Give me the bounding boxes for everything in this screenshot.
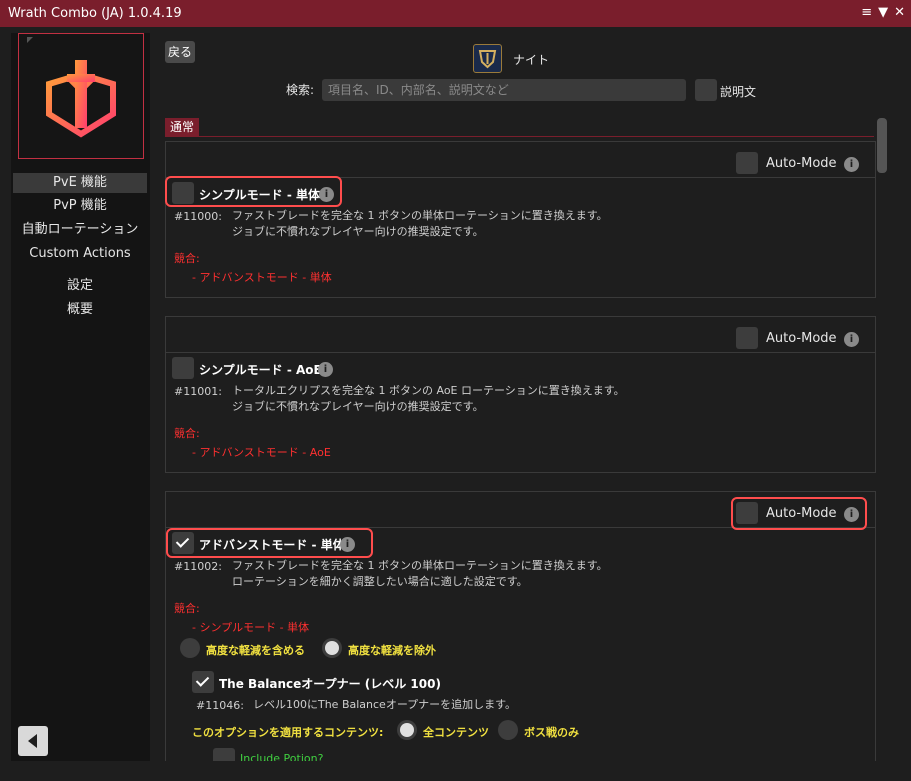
wrath-combo-logo bbox=[18, 33, 144, 159]
sidebar-item-settings[interactable]: 設定 bbox=[13, 276, 147, 296]
feature-description-line2: ローテーションを細かく調整したい場合に適した設定です。 bbox=[232, 575, 528, 588]
feature-id: #11002: bbox=[174, 560, 222, 573]
balance-opener-label: The Balanceオープナー (レベル 100) bbox=[219, 677, 441, 691]
highlight-advanced-st bbox=[166, 528, 373, 558]
conflict-item: - アドバンストモード - AoE bbox=[192, 446, 331, 459]
feature-card-simple-st: Auto-Mode i シンプルモード - 単体 i #11000: ファストブ… bbox=[165, 141, 876, 298]
feature-description-line2: ジョブに不慣れなプレイヤー向けの推奨設定です。 bbox=[232, 400, 484, 413]
window-title: Wrath Combo (JA) 1.0.4.19 bbox=[8, 6, 182, 21]
include-potion-label: Include Potion? bbox=[240, 752, 324, 761]
main-window: Wrath Combo (JA) 1.0.4.19 ≡ ▼ ✕ PvE 機能 P… bbox=[0, 0, 911, 781]
feature-description: トータルエクリプスを完全な 1 ボタンの AoE ローテーションに置き換えます。 bbox=[232, 384, 625, 397]
radio-mitigation-include[interactable] bbox=[180, 638, 200, 658]
info-icon[interactable]: i bbox=[318, 362, 333, 377]
main-panel: 戻る ナイト 検索: 説明文 通常 Auto-Mode i シンプルモード - … bbox=[158, 33, 895, 761]
radio-all-content[interactable] bbox=[397, 720, 417, 740]
info-icon[interactable]: i bbox=[844, 157, 859, 172]
conflict-label: 競合: bbox=[174, 427, 200, 440]
conflict-label: 競合: bbox=[174, 252, 200, 265]
radio-boss-only[interactable] bbox=[498, 720, 518, 740]
highlight-automode bbox=[731, 497, 867, 530]
description-toggle-checkbox[interactable] bbox=[695, 79, 717, 101]
feature-description: ファストブレードを完全な 1 ボタンの単体ローテーションに置き換えます。 bbox=[232, 559, 608, 572]
automode-label: Auto-Mode bbox=[766, 156, 837, 171]
balance-opener-id: #11046: bbox=[196, 699, 244, 712]
job-name: ナイト bbox=[513, 53, 550, 67]
feature-id: #11001: bbox=[174, 385, 222, 398]
conflict-item: - シンプルモード - 単体 bbox=[192, 621, 310, 634]
sidebar-item-custom-actions[interactable]: Custom Actions bbox=[13, 244, 147, 264]
conflict-label: 競合: bbox=[174, 602, 200, 615]
feature-description: ファストブレードを完全な 1 ボタンの単体ローテーションに置き換えます。 bbox=[232, 209, 608, 222]
collapse-icon[interactable]: ▼ bbox=[878, 5, 888, 20]
feature-label: シンプルモード - AoE bbox=[199, 363, 322, 377]
automode-label: Auto-Mode bbox=[766, 331, 837, 346]
back-button[interactable]: 戻る bbox=[165, 41, 195, 63]
balance-opener-description: レベル100にThe Balanceオープナーを追加します。 bbox=[253, 698, 517, 711]
paladin-job-icon bbox=[473, 44, 502, 73]
feature-card-advanced-st: Auto-Mode i アドバンストモード - 単体 i #11002: ファス… bbox=[165, 491, 876, 761]
sidebar: PvE 機能 PvP 機能 自動ローテーション Custom Actions 設… bbox=[11, 33, 150, 761]
feature-card-simple-aoe: Auto-Mode i シンプルモード - AoE i #11001: トータル… bbox=[165, 316, 876, 473]
automode-checkbox[interactable] bbox=[736, 152, 758, 174]
include-potion-checkbox[interactable] bbox=[213, 748, 235, 761]
radio-mitigation-exclude[interactable] bbox=[322, 638, 342, 658]
sidebar-item-pve[interactable]: PvE 機能 bbox=[13, 173, 147, 193]
radio-mitigation-include-label: 高度な軽減を含める bbox=[206, 644, 305, 657]
conflict-item: - アドバンストモード - 単体 bbox=[192, 271, 332, 284]
radio-all-content-label: 全コンテンツ bbox=[423, 726, 489, 739]
close-icon[interactable]: ✕ bbox=[894, 5, 905, 20]
search-input[interactable] bbox=[322, 79, 686, 101]
menu-icon[interactable]: ≡ bbox=[861, 5, 872, 20]
description-toggle-label: 説明文 bbox=[720, 85, 757, 99]
feature-id: #11000: bbox=[174, 210, 222, 223]
radio-mitigation-exclude-label: 高度な軽減を除外 bbox=[348, 644, 436, 657]
info-icon[interactable]: i bbox=[844, 332, 859, 347]
scrollbar-track[interactable] bbox=[876, 117, 889, 761]
title-bar[interactable]: Wrath Combo (JA) 1.0.4.19 ≡ ▼ ✕ bbox=[0, 0, 911, 27]
highlight-simple-st bbox=[165, 176, 342, 207]
feature-checkbox[interactable] bbox=[172, 357, 194, 379]
content-option-label: このオプションを適用するコンテンツ: bbox=[192, 726, 384, 739]
automode-checkbox[interactable] bbox=[736, 327, 758, 349]
balance-opener-checkbox[interactable] bbox=[192, 671, 214, 693]
sidebar-item-about[interactable]: 概要 bbox=[13, 300, 147, 320]
scrollbar-thumb[interactable] bbox=[877, 118, 887, 173]
collapse-sidebar-button[interactable] bbox=[18, 726, 48, 756]
feature-description-line2: ジョブに不慣れなプレイヤー向けの推奨設定です。 bbox=[232, 225, 484, 238]
search-label: 検索: bbox=[286, 83, 315, 97]
tab-underline bbox=[165, 136, 874, 137]
sidebar-item-auto-rotation[interactable]: 自動ローテーション bbox=[13, 220, 147, 240]
tab-normal[interactable]: 通常 bbox=[165, 118, 200, 136]
sidebar-item-pvp[interactable]: PvP 機能 bbox=[13, 196, 147, 216]
radio-boss-only-label: ボス戦のみ bbox=[524, 726, 579, 739]
